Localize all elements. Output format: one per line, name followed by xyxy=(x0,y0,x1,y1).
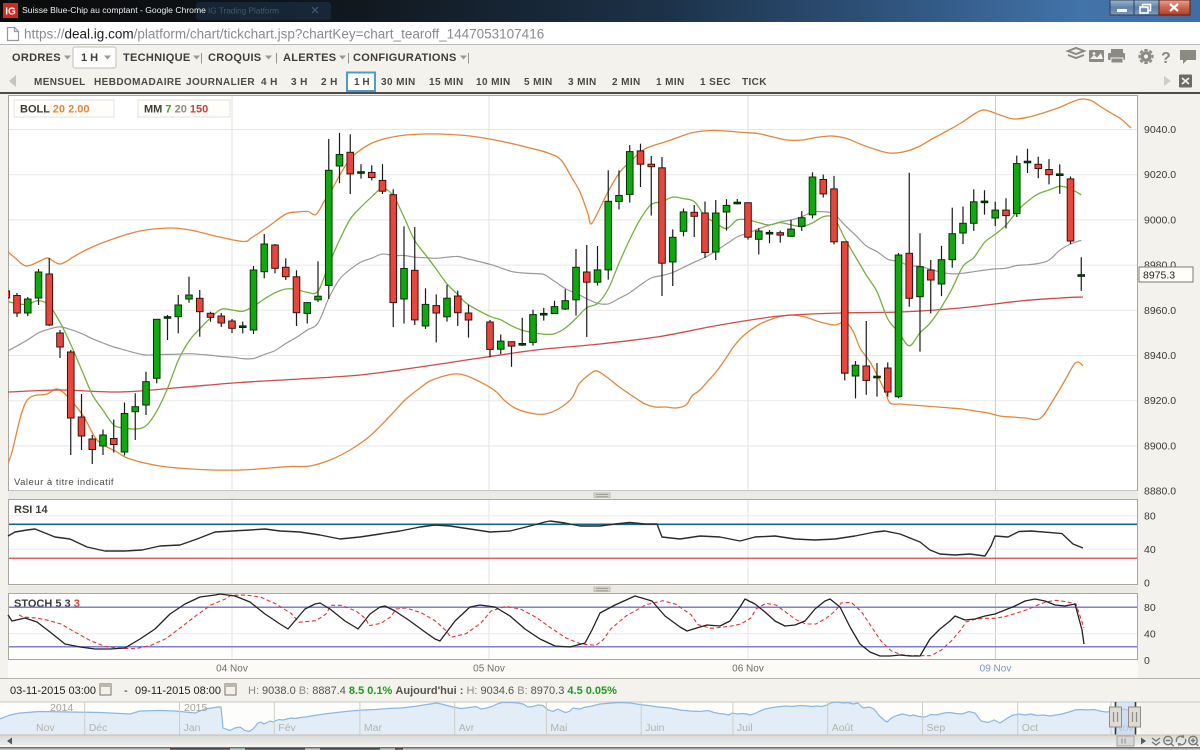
svg-text:|: | xyxy=(275,52,278,64)
svg-text:40: 40 xyxy=(1144,628,1156,640)
svg-text:06 Nov: 06 Nov xyxy=(732,664,764,675)
svg-text:05 Nov: 05 Nov xyxy=(473,664,505,675)
svg-text:8920.0: 8920.0 xyxy=(1144,395,1176,407)
svg-text:IG Trading Platform: IG Trading Platform xyxy=(208,7,279,16)
svg-text:8880.0: 8880.0 xyxy=(1144,486,1176,498)
svg-text:Jan: Jan xyxy=(184,722,201,734)
svg-text:9040.0: 9040.0 xyxy=(1144,124,1176,136)
svg-text:9000.0: 9000.0 xyxy=(1144,214,1176,226)
svg-text:15 MIN: 15 MIN xyxy=(429,77,464,88)
svg-text:Août: Août xyxy=(832,722,854,734)
svg-text:80: 80 xyxy=(1144,602,1156,614)
svg-text:09-11-2015 08:00: 09-11-2015 08:00 xyxy=(135,685,221,697)
svg-text:TECHNIQUE: TECHNIQUE xyxy=(123,52,190,64)
svg-text:ALERTES: ALERTES xyxy=(283,52,336,64)
svg-text:Juin: Juin xyxy=(645,722,664,734)
svg-text:Fév: Fév xyxy=(278,722,296,734)
svg-text:JOURNALIER: JOURNALIER xyxy=(186,77,255,88)
svg-text:BOLL 20 2.00: BOLL 20 2.00 xyxy=(20,104,90,116)
svg-text:2014: 2014 xyxy=(50,702,74,714)
svg-text:30 MIN: 30 MIN xyxy=(381,77,416,88)
svg-text:ORDRES: ORDRES xyxy=(12,52,61,64)
svg-text:5 MIN: 5 MIN xyxy=(524,77,553,88)
svg-text:03-11-2015 03:00: 03-11-2015 03:00 xyxy=(10,685,96,697)
svg-text:Valeur à titre indicatif: Valeur à titre indicatif xyxy=(14,477,114,488)
svg-text:0: 0 xyxy=(1144,577,1150,589)
svg-text:4 H: 4 H xyxy=(261,77,278,88)
svg-text:TICK: TICK xyxy=(742,77,767,88)
svg-text:1 MIN: 1 MIN xyxy=(656,77,685,88)
svg-text:CONFIGURATIONS: CONFIGURATIONS xyxy=(353,52,457,64)
svg-text:Nov: Nov xyxy=(36,722,55,734)
svg-text:CROQUIS: CROQUIS xyxy=(208,52,261,64)
svg-text:HEBDOMADAIRE: HEBDOMADAIRE xyxy=(94,77,182,88)
svg-text:3 MIN: 3 MIN xyxy=(568,77,597,88)
svg-text:H: 9038.0 B: 8887.4 8.5 0.1: H: 9038.0 B: 8887.4 8.5 0.1% Aujourd'hui… xyxy=(248,685,617,697)
svg-text:Juil: Juil xyxy=(737,722,753,734)
svg-text:MENSUEL: MENSUEL xyxy=(34,77,86,88)
svg-text:https://deal.ig.com/platform/c: https://deal.ig.com/platform/chart/tickc… xyxy=(24,27,544,42)
svg-text:8975.3: 8975.3 xyxy=(1143,270,1175,282)
svg-text:8940.0: 8940.0 xyxy=(1144,350,1176,362)
svg-text:MM 7 20 150: MM 7 20 150 xyxy=(144,104,208,116)
svg-text:Avr: Avr xyxy=(459,722,475,734)
svg-text:2 MIN: 2 MIN xyxy=(612,77,641,88)
svg-text:|: | xyxy=(467,52,470,64)
svg-text:1 H: 1 H xyxy=(354,77,370,88)
svg-text:IG: IG xyxy=(5,7,16,18)
svg-text:8900.0: 8900.0 xyxy=(1144,440,1176,452)
svg-text:8960.0: 8960.0 xyxy=(1144,305,1176,317)
svg-text:Mar: Mar xyxy=(364,722,383,734)
svg-text:STOCH 5 3 3: STOCH 5 3 3 xyxy=(14,598,80,610)
svg-text:RSI 14: RSI 14 xyxy=(14,504,49,516)
svg-text:3 H: 3 H xyxy=(291,77,308,88)
svg-text:Oct: Oct xyxy=(1022,722,1038,734)
svg-text:Sep: Sep xyxy=(927,722,946,734)
svg-text:|: | xyxy=(200,52,203,64)
svg-text:Suisse Blue-Chip au comptant -: Suisse Blue-Chip au comptant - Google Ch… xyxy=(22,5,206,15)
svg-text:Déc: Déc xyxy=(89,722,108,734)
svg-text:9020.0: 9020.0 xyxy=(1144,169,1176,181)
svg-text:|: | xyxy=(347,52,350,64)
svg-text:40: 40 xyxy=(1144,544,1156,556)
svg-text:10 MIN: 10 MIN xyxy=(476,77,511,88)
svg-text:-: - xyxy=(124,685,128,697)
svg-text:Mai: Mai xyxy=(550,722,567,734)
svg-text:04 Nov: 04 Nov xyxy=(216,664,248,675)
svg-text:2015: 2015 xyxy=(184,702,208,714)
svg-text:1 SEC: 1 SEC xyxy=(700,77,731,88)
svg-text:0: 0 xyxy=(1144,655,1150,667)
svg-text:09 Nov: 09 Nov xyxy=(980,664,1012,675)
svg-text:?: ? xyxy=(1161,50,1171,67)
svg-text:80: 80 xyxy=(1144,510,1156,522)
svg-text:1 H: 1 H xyxy=(81,52,98,64)
svg-text:2 H: 2 H xyxy=(321,77,338,88)
